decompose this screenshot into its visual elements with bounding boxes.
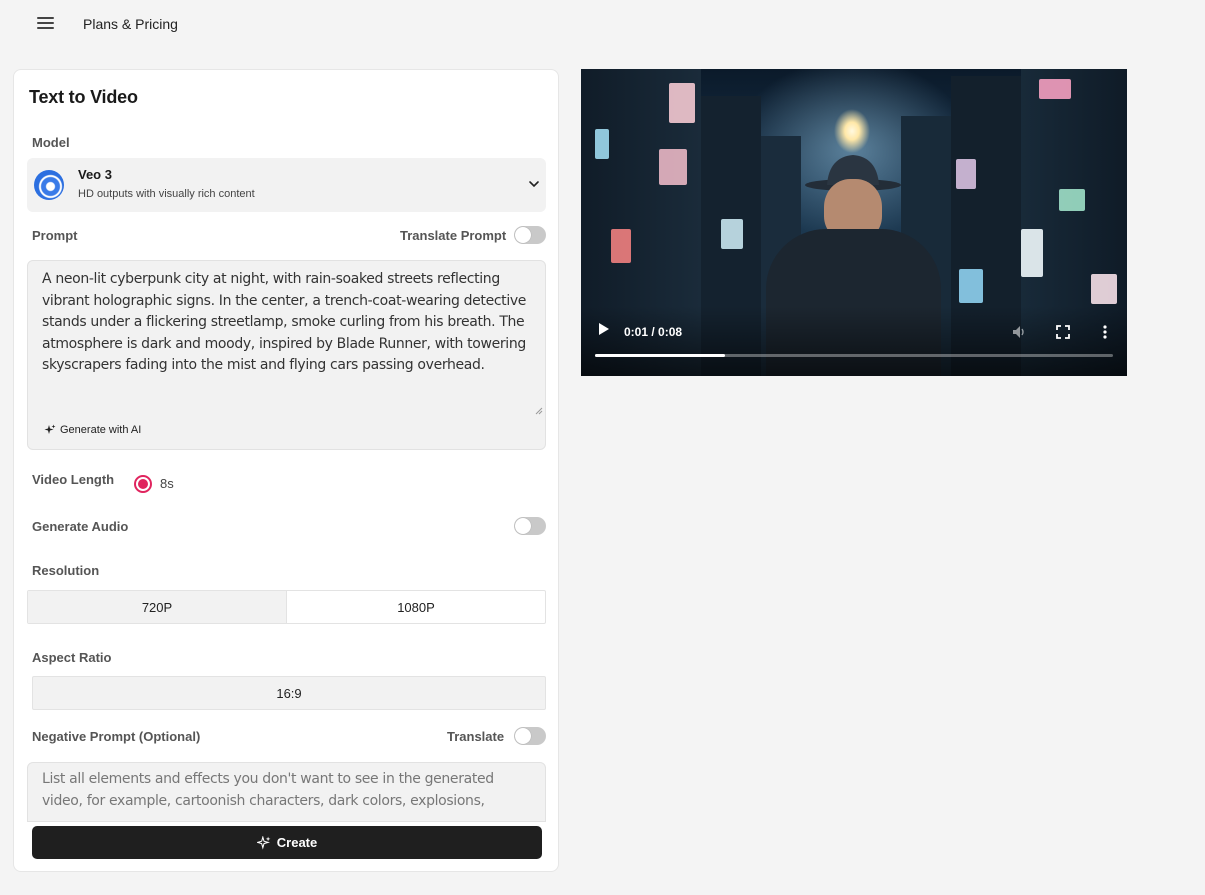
prompt-textarea[interactable]: A neon-lit cyberpunk city at night, with… [27,260,546,450]
video-progress-bar[interactable] [595,354,1113,357]
video-time: 0:01 / 0:08 [624,325,683,339]
prompt-label: Prompt [32,228,78,243]
menu-icon[interactable] [37,17,54,31]
model-name: Veo 3 [78,167,112,182]
model-label: Model [32,135,70,150]
plans-pricing-link[interactable]: Plans & Pricing [83,16,178,32]
neon-sign [595,129,609,159]
neon-sign [669,83,695,123]
resolution-selector: 720P 1080P [27,590,546,624]
resize-handle-icon[interactable] [535,407,543,415]
video-length-radio-8s[interactable] [134,475,152,493]
translate-negative-label: Translate [447,729,505,744]
neon-sign [1039,79,1071,99]
negative-prompt-textarea[interactable]: List all elements and effects you don't … [27,762,546,822]
neon-sign [659,149,687,185]
resolution-1080p[interactable]: 1080P [287,591,545,623]
video-progress-fill [595,354,725,357]
translate-negative-toggle[interactable] [514,727,546,745]
neon-sign [1021,229,1043,277]
neon-sign [1059,189,1085,211]
veo-logo-icon [34,170,64,200]
create-label: Create [276,835,318,850]
model-description: HD outputs with visually rich content [78,188,255,200]
neon-sign [956,159,976,189]
negative-prompt-placeholder: List all elements and effects you don't … [42,771,494,809]
prompt-text[interactable]: A neon-lit cyberpunk city at night, with… [42,269,538,377]
top-bar: Plans & Pricing [0,0,1205,48]
generate-audio-toggle[interactable] [514,517,546,535]
resolution-720p[interactable]: 720P [28,591,287,623]
neon-sign [959,269,983,303]
translate-prompt-label: Translate Prompt [400,228,507,243]
volume-icon[interactable] [1011,324,1027,340]
aspect-ratio-option[interactable]: 16:9 [32,676,546,710]
generate-audio-label: Generate Audio [32,519,129,534]
more-vertical-icon[interactable] [1101,324,1109,340]
video-length-option-label: 8s [160,476,174,491]
neon-sign [721,219,743,249]
video-controls-gradient [581,306,1127,376]
generate-with-ai-label: Generate with AI [60,424,142,436]
video-player[interactable]: 0:01 / 0:08 [581,69,1127,376]
fullscreen-icon[interactable] [1056,325,1070,339]
resolution-label: Resolution [32,563,100,578]
text-to-video-panel: Text to Video Model Veo 3 HD outputs wit… [13,69,559,872]
video-length-label: Video Length [32,472,115,487]
sparkle-icon [44,424,56,434]
neon-sign [1091,274,1117,304]
negative-prompt-label: Negative Prompt (Optional) [32,729,201,744]
create-button[interactable]: Create [32,826,542,859]
panel-title: Text to Video [29,87,138,107]
chevron-down-icon [529,181,539,188]
model-select[interactable]: Veo 3 HD outputs with visually rich cont… [27,158,546,212]
play-icon[interactable] [595,321,611,337]
sparkle-icon [256,835,271,850]
aspect-ratio-label: Aspect Ratio [32,650,112,665]
translate-prompt-toggle[interactable] [514,226,546,244]
neon-sign [611,229,631,263]
generate-with-ai-button[interactable]: Generate with AI [44,424,141,436]
